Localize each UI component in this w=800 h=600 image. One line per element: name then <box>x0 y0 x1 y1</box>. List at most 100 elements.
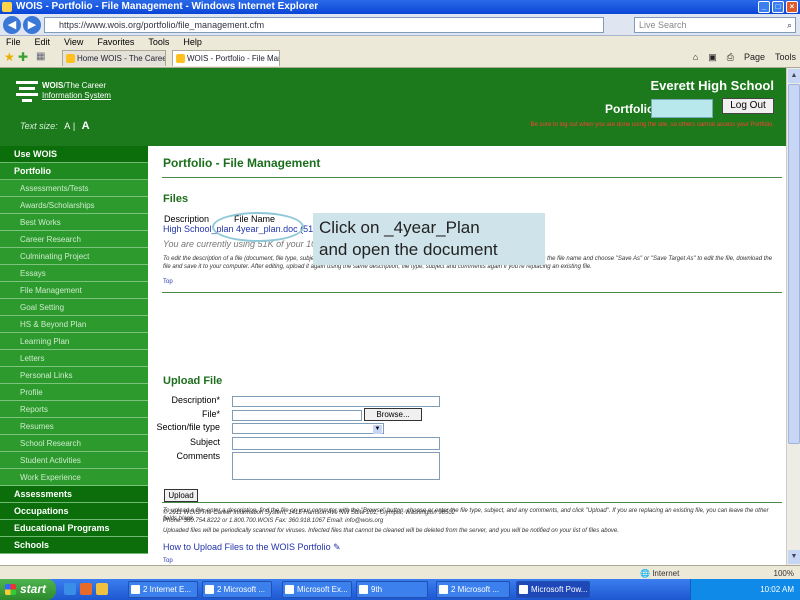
text-size-label: Text size: <box>20 121 58 131</box>
sidebar-item[interactable]: Best Works <box>0 214 148 231</box>
scroll-up-icon[interactable]: ▲ <box>788 69 800 83</box>
minimize-button[interactable]: _ <box>758 1 770 13</box>
footer-contact: Phone: 360.754.8222 or 1.800.700.WOIS Fa… <box>163 518 384 524</box>
windows-flag-icon <box>5 584 16 595</box>
status-bar: 🌐 Internet 100% <box>0 565 800 579</box>
callout-line-2: and open the document <box>319 240 498 259</box>
scroll-thumb[interactable] <box>788 84 800 444</box>
sidebar-item[interactable]: Career Research <box>0 231 148 248</box>
footer-copyright: © 2011 WOIS/The Career Information Syste… <box>163 510 456 516</box>
task-microsoft-word-2[interactable]: 2 Microsoft ... <box>436 581 510 598</box>
address-bar: ◀ ▶ https://www.wois.org/portfolio/file_… <box>0 14 800 36</box>
menu-help[interactable]: Help <box>183 36 202 48</box>
quick-launch-desktop-icon[interactable] <box>96 583 108 595</box>
taskbar: start 2 Internet E... 2 Microsoft ... Mi… <box>0 579 800 600</box>
close-button[interactable]: × <box>786 1 798 13</box>
sidebar-item[interactable]: Student Activities <box>0 452 148 469</box>
sidebar-schools[interactable]: Schools <box>0 537 148 554</box>
subject-input[interactable] <box>232 437 440 450</box>
sidebar-assessments[interactable]: Assessments <box>0 486 148 503</box>
page-menu[interactable]: Page <box>744 52 765 63</box>
menu-edit[interactable]: Edit <box>35 36 51 48</box>
back-icon[interactable]: ◀ <box>3 16 21 34</box>
task-folder-9th[interactable]: 9th <box>356 581 428 598</box>
maximize-button[interactable]: □ <box>772 1 784 13</box>
home-icon[interactable]: ⌂ <box>693 52 698 63</box>
start-button[interactable]: start <box>0 579 56 600</box>
top-link[interactable]: Top <box>163 558 173 564</box>
text-size-large-link[interactable]: A <box>82 120 90 132</box>
quick-tabs-icon[interactable]: ▦ <box>36 51 45 62</box>
task-microsoft-excel[interactable]: Microsoft Ex... <box>282 581 352 598</box>
browse-button[interactable]: Browse... <box>364 408 422 421</box>
virus-note: Uploaded files will be periodically scan… <box>163 528 619 534</box>
sidebar-item[interactable]: Essays <box>0 265 148 282</box>
sidebar-item[interactable]: Work Experience <box>0 469 148 486</box>
sidebar-item[interactable]: School Research <box>0 435 148 452</box>
sidebar-item[interactable]: Letters <box>0 350 148 367</box>
sidebar-item[interactable]: Learning Plan <box>0 333 148 350</box>
sidebar-item[interactable]: Awards/Scholarships <box>0 197 148 214</box>
tools-menu[interactable]: Tools <box>775 52 796 63</box>
how-to-upload-link[interactable]: How to Upload Files to the WOIS Portfoli… <box>163 542 341 553</box>
url-input[interactable]: https://www.wois.org/portfolio/file_mana… <box>44 17 604 33</box>
sidebar-educational-programs[interactable]: Educational Programs <box>0 520 148 537</box>
text-size-small-link[interactable]: A <box>64 121 70 131</box>
sidebar-item[interactable]: Goal Setting <box>0 299 148 316</box>
portfolio-input[interactable] <box>651 99 713 118</box>
quick-launch-outlook-icon[interactable] <box>80 583 92 595</box>
ie-icon <box>131 585 140 594</box>
menu-bar: File Edit View Favorites Tools Help <box>0 36 800 48</box>
sidebar-item-file-management[interactable]: File Management <box>0 282 148 299</box>
tab-favicon-icon <box>176 54 185 63</box>
sidebar-use-wois[interactable]: Use WOIS <box>0 146 148 163</box>
tab-home[interactable]: Home WOIS - The Career... <box>62 50 166 66</box>
menu-file[interactable]: File <box>6 36 21 48</box>
print-icon[interactable]: ⎙ <box>727 52 734 63</box>
tab-favicon-icon <box>66 54 75 63</box>
top-link[interactable]: Top <box>163 279 173 285</box>
task-microsoft-powerpoint[interactable]: Microsoft Pow... <box>516 581 590 598</box>
search-input[interactable]: Live Search ⌕ <box>634 17 796 33</box>
menu-tools[interactable]: Tools <box>148 36 169 48</box>
feeds-icon[interactable]: ▣ <box>708 52 717 63</box>
chevron-down-icon[interactable]: ▼ <box>373 425 382 434</box>
upload-heading: Upload File <box>163 375 223 387</box>
menu-view[interactable]: View <box>64 36 83 48</box>
upload-button[interactable]: Upload <box>164 489 198 502</box>
vertical-scrollbar[interactable]: ▲ ▼ <box>786 68 800 565</box>
sidebar-item[interactable]: Culminating Project <box>0 248 148 265</box>
menu-favorites[interactable]: Favorites <box>97 36 134 48</box>
comments-textarea[interactable] <box>232 452 440 480</box>
section-select[interactable]: ▼ <box>232 423 384 434</box>
forward-icon[interactable]: ▶ <box>23 16 41 34</box>
task-internet-explorer[interactable]: 2 Internet E... <box>128 581 198 598</box>
favorites-star-icon[interactable]: ★ <box>4 50 15 64</box>
logout-button[interactable]: Log Out <box>722 98 774 114</box>
sidebar: Use WOIS Portfolio Assessments/Tests Awa… <box>0 146 148 565</box>
divider <box>162 292 782 293</box>
quick-launch-ie-icon[interactable] <box>64 583 76 595</box>
logo-line-2[interactable]: Information System <box>42 91 111 100</box>
logout-note: Be sure to log out when you are done usi… <box>530 122 774 128</box>
sidebar-item[interactable]: Personal Links <box>0 367 148 384</box>
sidebar-item[interactable]: Reports <box>0 401 148 418</box>
sidebar-portfolio[interactable]: Portfolio <box>0 163 148 180</box>
help-icon: ✎ <box>333 542 341 552</box>
file-input[interactable] <box>232 410 362 421</box>
search-icon[interactable]: ⌕ <box>787 18 792 32</box>
sidebar-item[interactable]: Assessments/Tests <box>0 180 148 197</box>
add-favorite-icon[interactable]: ✚ <box>18 50 28 64</box>
scroll-down-icon[interactable]: ▼ <box>788 550 800 564</box>
divider <box>162 502 782 503</box>
task-microsoft-word[interactable]: 2 Microsoft ... <box>202 581 272 598</box>
wois-logo[interactable]: WOIS/The Career Information System <box>14 78 134 112</box>
window-controls: _ □ × <box>758 1 798 13</box>
sidebar-occupations[interactable]: Occupations <box>0 503 148 520</box>
sidebar-item[interactable]: Resumes <box>0 418 148 435</box>
subject-label: Subject <box>189 437 220 447</box>
sidebar-item[interactable]: Profile <box>0 384 148 401</box>
tab-file-management[interactable]: WOIS - Portfolio - File Man... <box>172 50 280 66</box>
sidebar-item[interactable]: HS & Beyond Plan <box>0 316 148 333</box>
description-input[interactable] <box>232 396 440 407</box>
